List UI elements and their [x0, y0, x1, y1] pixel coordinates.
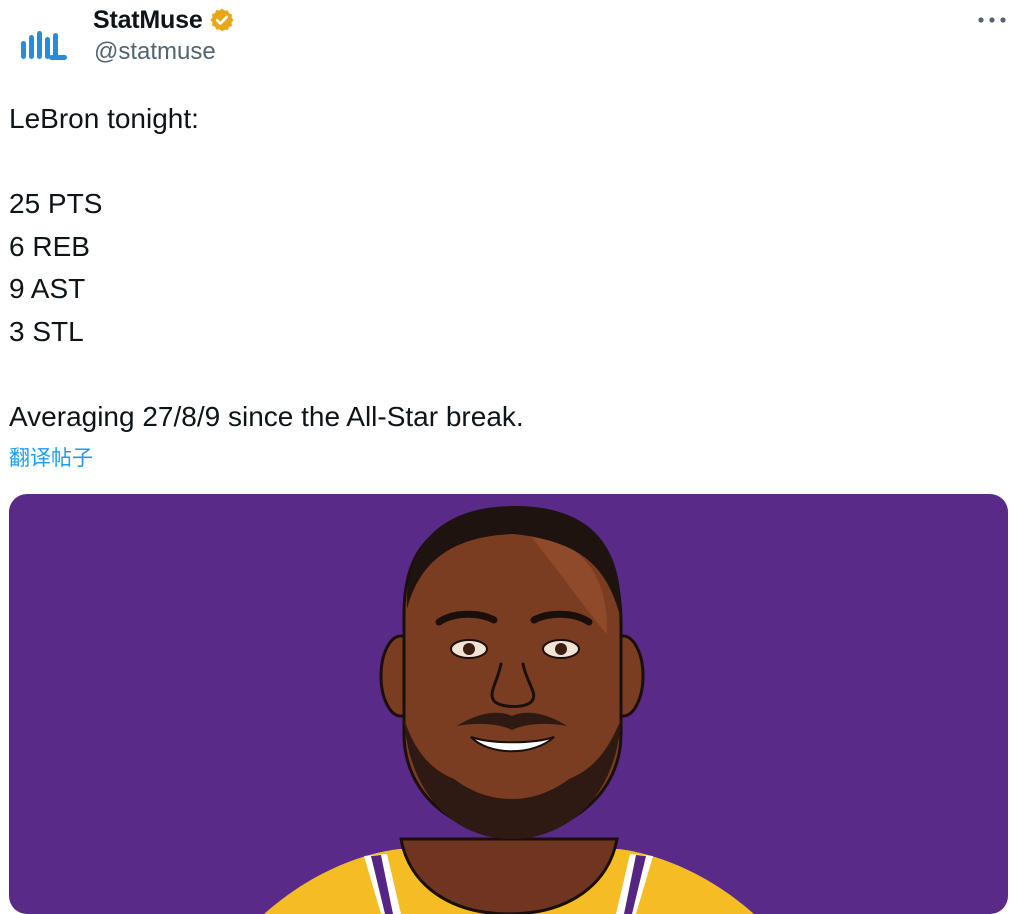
avatar[interactable]	[8, 10, 80, 82]
media-image[interactable]	[9, 494, 1008, 914]
verified-badge-icon	[209, 8, 234, 32]
more-options-button[interactable]	[972, 6, 1012, 34]
player-illustration	[264, 506, 754, 914]
more-horizontal-icon	[978, 17, 1006, 23]
translate-post-link[interactable]: 翻译帖子	[9, 442, 93, 472]
display-name[interactable]: StatMuse	[93, 6, 203, 35]
tweet-text-line: Averaging 27/8/9 since the All-Star brea…	[9, 400, 524, 432]
statmuse-logo-icon	[21, 31, 67, 60]
author-handle[interactable]: @statmuse	[94, 38, 216, 66]
tweet-text-line: 9 AST	[9, 273, 86, 304]
tweet-text-line	[9, 353, 999, 396]
tweet-text-line: 25 PTS	[9, 188, 103, 219]
tweet-text-line: LeBron tonight:	[9, 103, 199, 134]
tweet-text-line: 6 REB	[9, 230, 90, 262]
author-name-row[interactable]: StatMuse	[93, 3, 235, 37]
tweet-text-line	[9, 141, 999, 184]
tweet-text-line: 3 STL	[9, 315, 84, 347]
tweet-card: StatMuse @statmuse LeBron tonight: 25 PT…	[0, 0, 1024, 914]
tweet-text: LeBron tonight: 25 PTS 6 REB 9 AST 3 STL…	[9, 98, 999, 438]
